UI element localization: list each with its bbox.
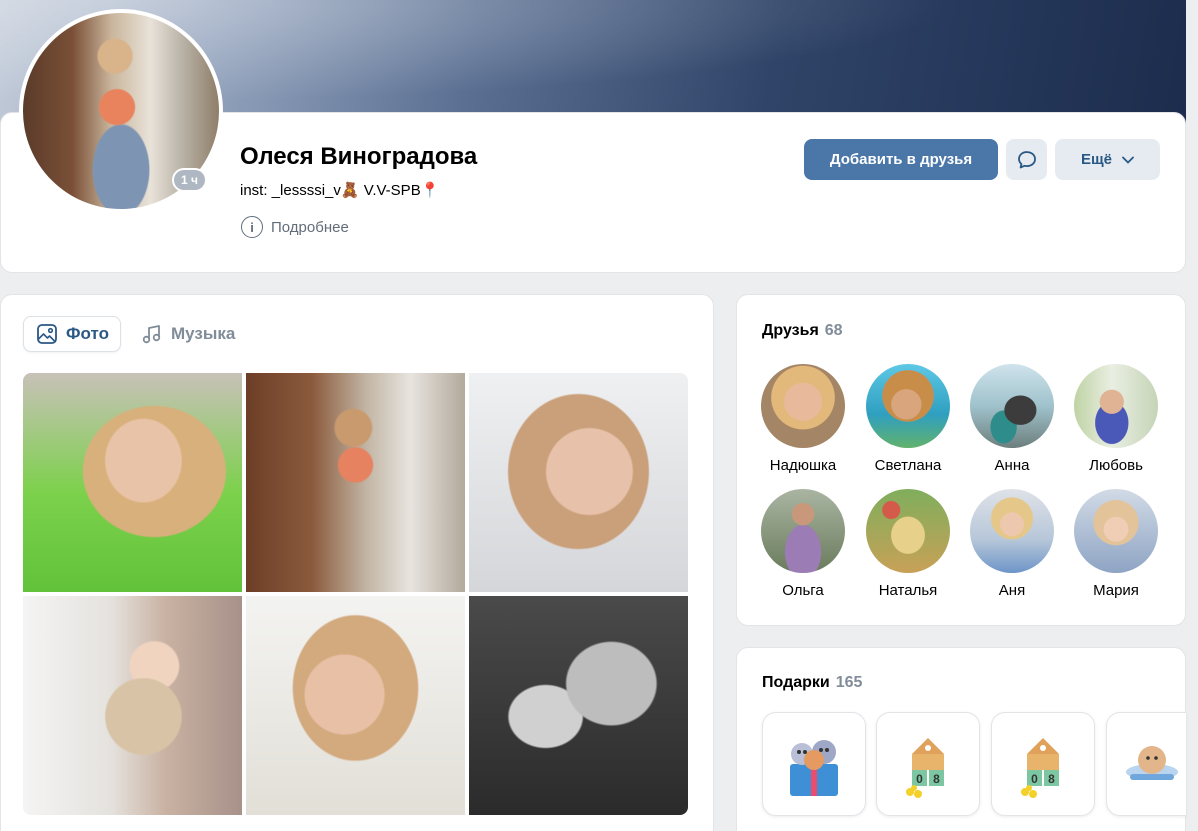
details-label: Подробнее <box>271 218 349 236</box>
friend-avatar <box>970 489 1054 573</box>
friend-avatar <box>761 364 845 448</box>
friend-name: Надюшка <box>769 457 837 474</box>
calendar-digit: 8 <box>933 772 940 786</box>
calendar-digit: 8 <box>1048 772 1055 786</box>
gift-box-icon <box>790 740 838 796</box>
friend-item[interactable]: Наталья <box>858 489 958 599</box>
add-friend-button[interactable]: Добавить в друзья <box>804 139 998 180</box>
message-button[interactable] <box>1006 139 1047 180</box>
friends-title[interactable]: Друзья 68 <box>762 322 843 340</box>
friend-item[interactable]: Ольга <box>753 489 853 599</box>
friend-avatar <box>1074 364 1158 448</box>
friend-avatar <box>970 364 1054 448</box>
gifts-count: 165 <box>835 674 863 691</box>
profile-status: inst: _lessssi_v🧸 V.V-SPB📍 <box>240 182 440 199</box>
message-icon <box>1017 150 1036 168</box>
friend-avatar <box>1074 489 1158 573</box>
friend-avatar <box>761 489 845 573</box>
photo-thumbnail[interactable] <box>246 596 465 815</box>
friend-item[interactable]: Любовь <box>1066 364 1166 474</box>
friend-name: Светлана <box>874 457 942 474</box>
more-button[interactable]: Ещё <box>1055 139 1160 180</box>
calendar-gift-icon: 0 8 <box>906 738 944 798</box>
chevron-down-icon <box>1122 156 1134 164</box>
tab-photos[interactable]: Фото <box>23 316 121 352</box>
friend-name: Мария <box>1093 582 1139 599</box>
photo-icon <box>37 324 57 344</box>
friends-count: 68 <box>824 322 843 339</box>
calendar-gift-icon: 0 8 <box>1021 738 1059 798</box>
friend-item[interactable]: Мария <box>1066 489 1166 599</box>
friend-item[interactable]: Надюшка <box>753 364 853 474</box>
calendar-digit: 0 <box>916 772 923 786</box>
photo-thumbnail[interactable] <box>469 596 688 815</box>
friend-name: Наталья <box>878 582 938 599</box>
friend-name: Ольга <box>782 582 824 599</box>
gift-item[interactable] <box>762 712 866 816</box>
calendar-digit: 0 <box>1031 772 1038 786</box>
photo-thumbnail[interactable] <box>23 373 242 592</box>
friend-avatar <box>866 489 950 573</box>
friend-item[interactable]: Аня <box>962 489 1062 599</box>
friend-name: Анна <box>994 457 1030 474</box>
music-icon <box>142 325 161 344</box>
gift-item[interactable]: 0 8 <box>991 712 1095 816</box>
cat-card-icon <box>1125 746 1178 780</box>
photo-thumbnail[interactable] <box>23 596 242 815</box>
gift-item[interactable]: 0 8 <box>876 712 980 816</box>
profile-details-link[interactable]: i Подробнее <box>241 216 349 238</box>
friend-name: Аня <box>998 582 1026 599</box>
photo-thumbnail[interactable] <box>469 373 688 592</box>
tab-music[interactable]: Музыка <box>141 316 235 352</box>
friend-item[interactable]: Анна <box>962 364 1062 474</box>
friend-avatar <box>866 364 950 448</box>
gifts-title[interactable]: Подарки 165 <box>762 674 862 692</box>
friend-item[interactable]: Светлана <box>858 364 958 474</box>
friend-name: Любовь <box>1089 457 1143 474</box>
info-icon: i <box>241 216 263 238</box>
photo-thumbnail[interactable] <box>246 373 465 592</box>
more-label: Ещё <box>1080 151 1112 168</box>
gift-item[interactable] <box>1106 712 1186 816</box>
profile-name: Олеся Виноградова <box>240 143 478 170</box>
online-status-badge: 1 ч <box>172 168 207 192</box>
